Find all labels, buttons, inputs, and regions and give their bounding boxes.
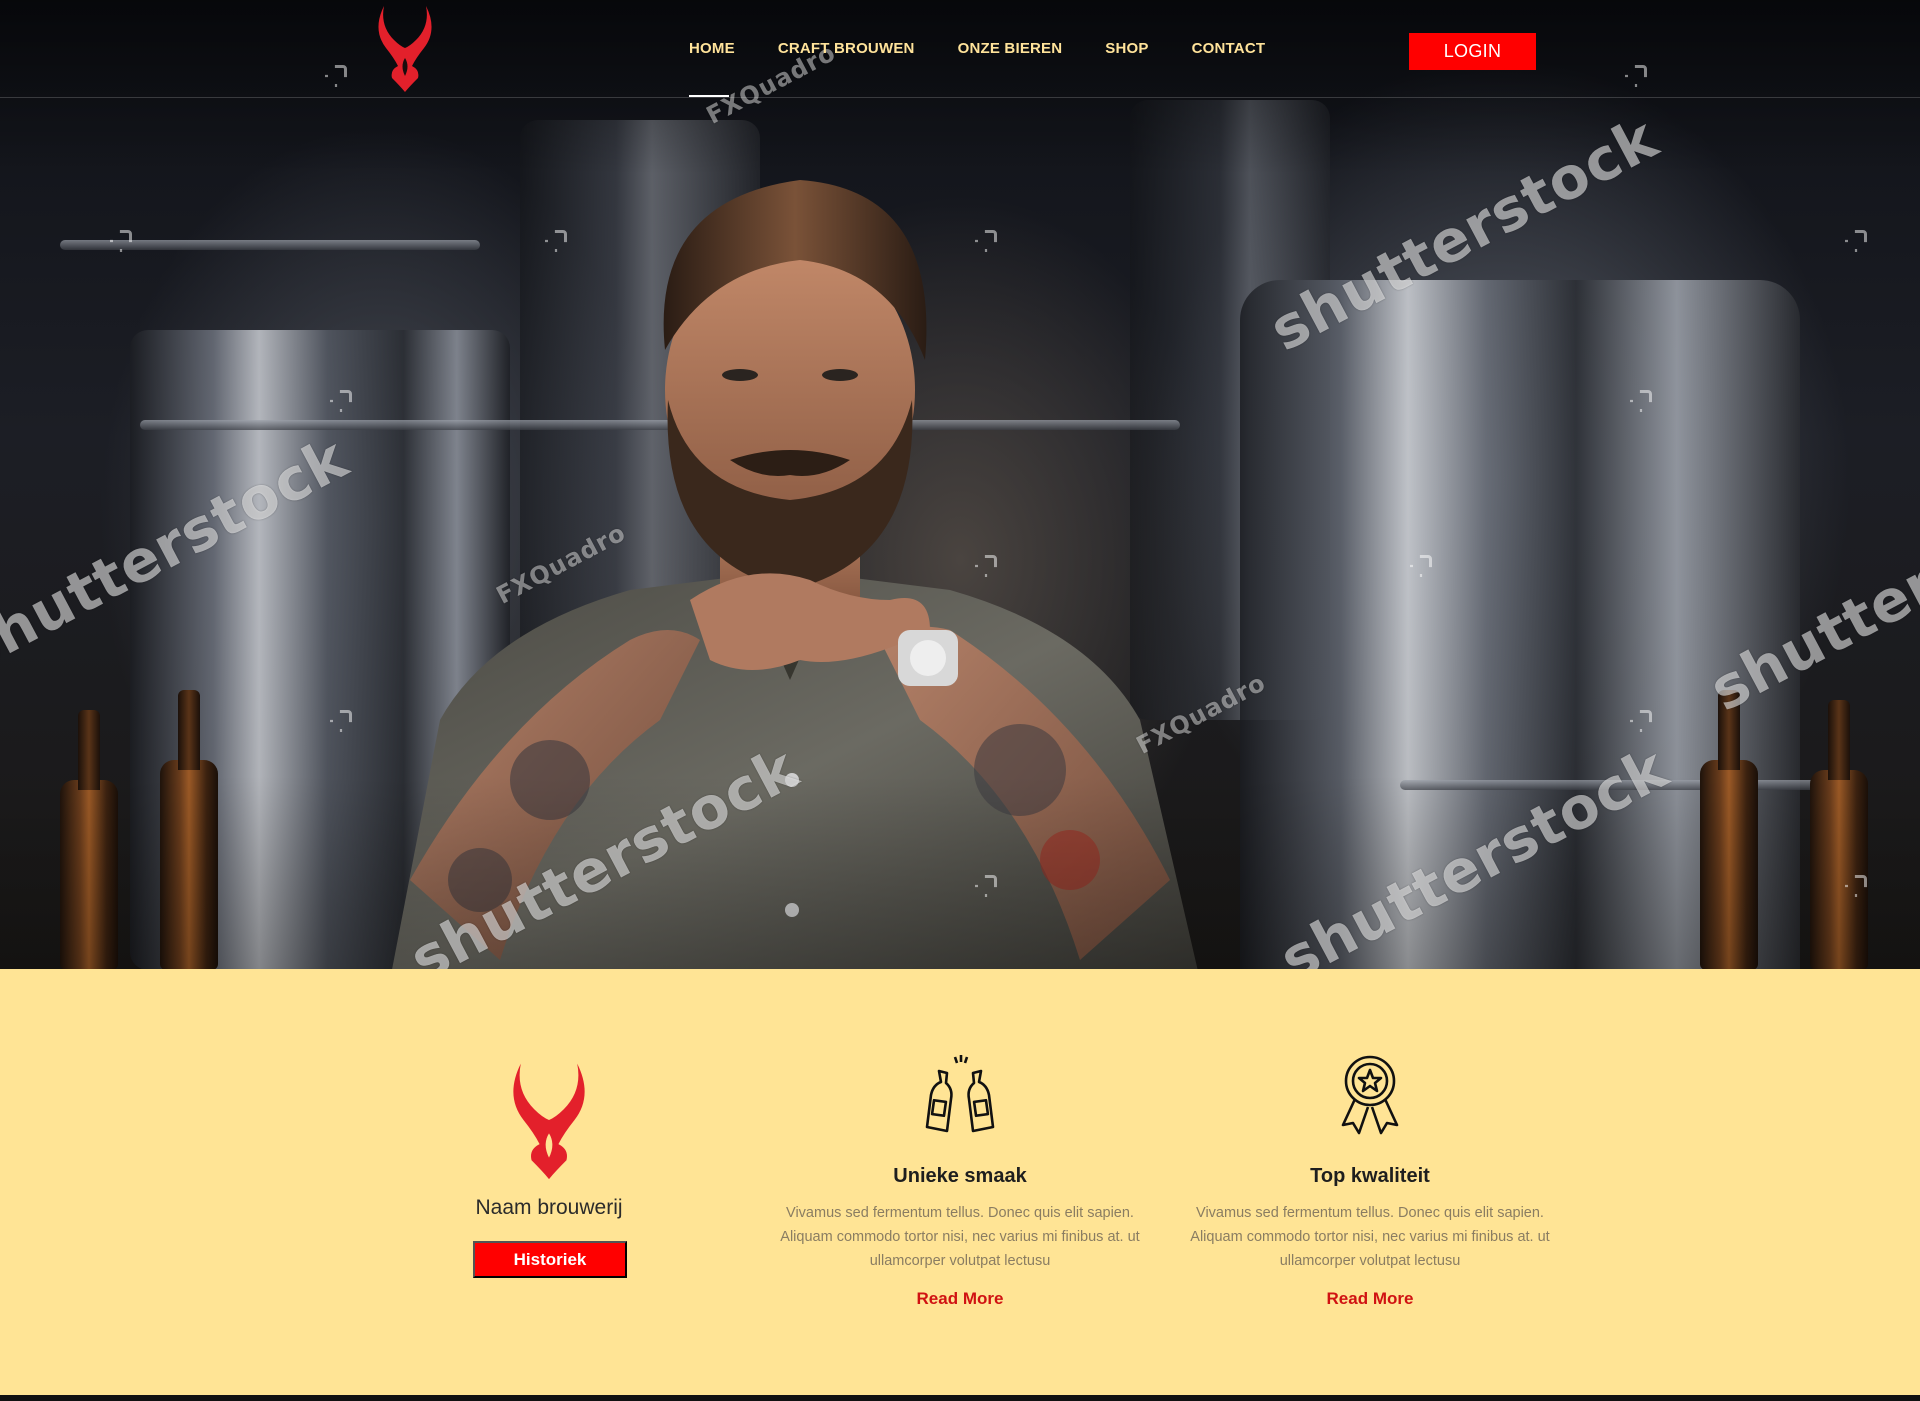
hero-banner: shutterstock shutterstock shutterstock s…: [0, 0, 1920, 969]
nav-link-craft-brouwen[interactable]: CRAFT BROUWEN: [778, 40, 915, 57]
nav-link-shop[interactable]: SHOP: [1105, 40, 1148, 57]
nav-link-contact[interactable]: CONTACT: [1192, 40, 1266, 57]
devil-horns-logo[interactable]: [370, 4, 440, 92]
nav-link-onze-bieren[interactable]: ONZE BIEREN: [958, 40, 1063, 57]
features-section: Naam brouwerij Historiek Unieke smaak Vi…: [0, 969, 1920, 1395]
feature-description: Vivamus sed fermentum tellus. Donec quis…: [780, 1205, 1140, 1269]
footer-edge: [0, 1395, 1920, 1401]
beer-bottles-cheers-icon: [925, 1055, 995, 1133]
feature-description: Vivamus sed fermentum tellus. Donec quis…: [1190, 1205, 1550, 1269]
top-navigation: HOME CRAFT BROUWEN ONZE BIEREN SHOP CONT…: [0, 0, 1920, 98]
read-more-link[interactable]: Read More: [765, 1289, 1155, 1309]
nav-link-home[interactable]: HOME: [689, 40, 735, 97]
devil-horns-logo: [513, 1063, 585, 1180]
historiek-button[interactable]: Historiek: [473, 1241, 627, 1278]
main-menu: HOME CRAFT BROUWEN ONZE BIEREN SHOP CONT…: [689, 40, 1308, 97]
feature-title: Top kwaliteit: [1310, 1165, 1430, 1187]
brewery-name: Naam brouwerij: [475, 1196, 623, 1219]
feature-title: Unieke smaak: [893, 1165, 1027, 1187]
login-button[interactable]: LOGIN: [1409, 33, 1536, 70]
read-more-link[interactable]: Read More: [1175, 1289, 1565, 1309]
award-badge-icon: [1341, 1055, 1399, 1135]
